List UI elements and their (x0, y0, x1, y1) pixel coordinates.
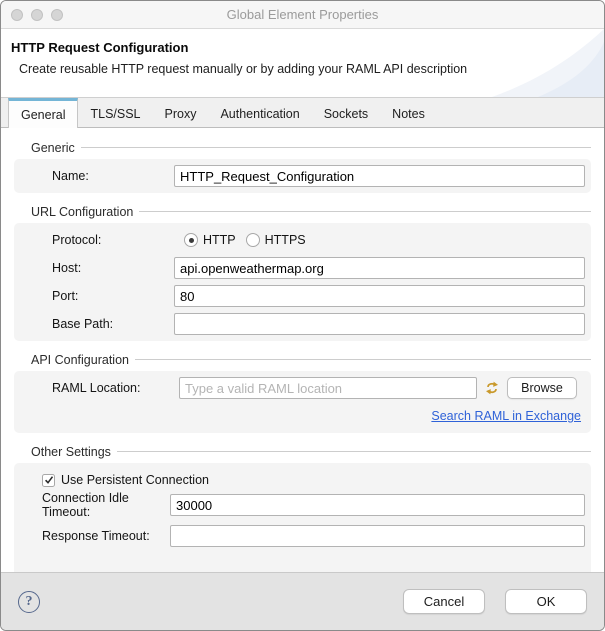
section-divider (139, 211, 591, 212)
base-path-field-row: Base Path: (20, 313, 585, 335)
raml-location-label: RAML Location: (52, 381, 141, 395)
question-icon: ? (25, 593, 33, 609)
section-generic-panel: Name: (14, 159, 591, 193)
protocol-radio-group: HTTP HTTPS (174, 233, 585, 247)
tab-proxy[interactable]: Proxy (153, 98, 209, 127)
https-radio-button[interactable] (245, 233, 260, 247)
section-url-header: URL Configuration (31, 204, 591, 219)
header-banner: HTTP Request Configuration Create reusab… (1, 29, 604, 98)
https-radio-label: HTTPS (264, 233, 306, 247)
tab-tls-ssl[interactable]: TLS/SSL (78, 98, 152, 127)
title-bar: Global Element Properties (1, 1, 604, 29)
general-tab-content: Generic Name: URL Configuration Protocol… (1, 128, 604, 572)
exchange-link-row: Search RAML in Exchange (20, 399, 585, 427)
host-field-row: Host: (20, 257, 585, 279)
section-api-title: API Configuration (31, 352, 129, 367)
window-controls (11, 9, 63, 21)
ok-button[interactable]: OK (505, 589, 587, 614)
cancel-button[interactable]: Cancel (403, 589, 485, 614)
search-raml-exchange-link[interactable]: Search RAML in Exchange (431, 409, 581, 423)
name-field-row: Name: (20, 165, 585, 187)
response-timeout-row: Response Timeout: (20, 525, 585, 547)
section-generic-header: Generic (31, 140, 591, 155)
base-path-input[interactable] (174, 313, 585, 335)
idle-timeout-label: Connection Idle Timeout: (42, 491, 129, 519)
host-input[interactable] (174, 257, 585, 279)
response-timeout-input[interactable] (170, 525, 585, 547)
tab-general[interactable]: General (8, 98, 79, 128)
port-field-row: Port: (20, 285, 585, 307)
tab-sockets[interactable]: Sockets (312, 98, 380, 127)
section-divider (116, 451, 591, 452)
host-label: Host: (52, 261, 82, 275)
section-url-panel: Protocol: HTTP HTTPS Host: Port: (14, 223, 591, 341)
raml-location-row: RAML Location: Browse (20, 377, 585, 399)
section-other-title: Other Settings (31, 444, 111, 459)
port-input[interactable] (174, 285, 585, 307)
check-icon (44, 476, 53, 484)
close-button[interactable] (11, 9, 23, 21)
window-title: Global Element Properties (226, 7, 379, 22)
raml-location-input[interactable] (179, 377, 477, 399)
persistent-connection-label: Use Persistent Connection (61, 473, 209, 487)
dialog-footer: ? Cancel OK (1, 572, 604, 630)
section-other-panel: Use Persistent Connection Connection Idl… (14, 463, 591, 572)
idle-timeout-row: Connection Idle Timeout: (20, 491, 585, 519)
section-other-header: Other Settings (31, 444, 591, 459)
section-api-panel: RAML Location: Browse Search RAML in Exc… (14, 371, 591, 433)
protocol-label: Protocol: (52, 233, 102, 247)
global-element-properties-dialog: Global Element Properties HTTP Request C… (0, 0, 605, 631)
help-button[interactable]: ? (18, 590, 40, 613)
page-subtitle: Create reusable HTTP request manually or… (19, 62, 468, 76)
browse-button[interactable]: Browse (507, 377, 577, 399)
name-label: Name: (52, 169, 89, 183)
idle-timeout-input[interactable] (170, 494, 585, 516)
protocol-option-http[interactable]: HTTP (184, 233, 236, 247)
section-api-header: API Configuration (31, 352, 591, 367)
section-divider (134, 359, 591, 360)
page-title: HTTP Request Configuration (11, 40, 189, 55)
persistent-connection-checkbox[interactable] (42, 473, 55, 487)
response-timeout-label: Response Timeout: (42, 529, 150, 543)
port-label: Port: (52, 289, 79, 303)
base-path-label: Base Path: (52, 317, 114, 331)
section-divider (80, 147, 591, 148)
section-url-title: URL Configuration (31, 204, 134, 219)
section-generic-title: Generic (31, 140, 75, 155)
tab-bar: General TLS/SSL Proxy Authentication Soc… (1, 98, 604, 128)
tab-notes[interactable]: Notes (380, 98, 437, 127)
zoom-button[interactable] (51, 9, 63, 21)
protocol-option-https[interactable]: HTTPS (245, 233, 306, 247)
minimize-button[interactable] (31, 9, 43, 21)
http-radio-label: HTTP (203, 233, 236, 247)
persistent-connection-row: Use Persistent Connection (20, 469, 585, 491)
name-input[interactable] (174, 165, 585, 187)
tab-authentication[interactable]: Authentication (208, 98, 311, 127)
refresh-raml-icon[interactable] (482, 378, 502, 398)
http-radio-button[interactable] (184, 233, 198, 247)
protocol-field-row: Protocol: HTTP HTTPS (20, 229, 585, 251)
